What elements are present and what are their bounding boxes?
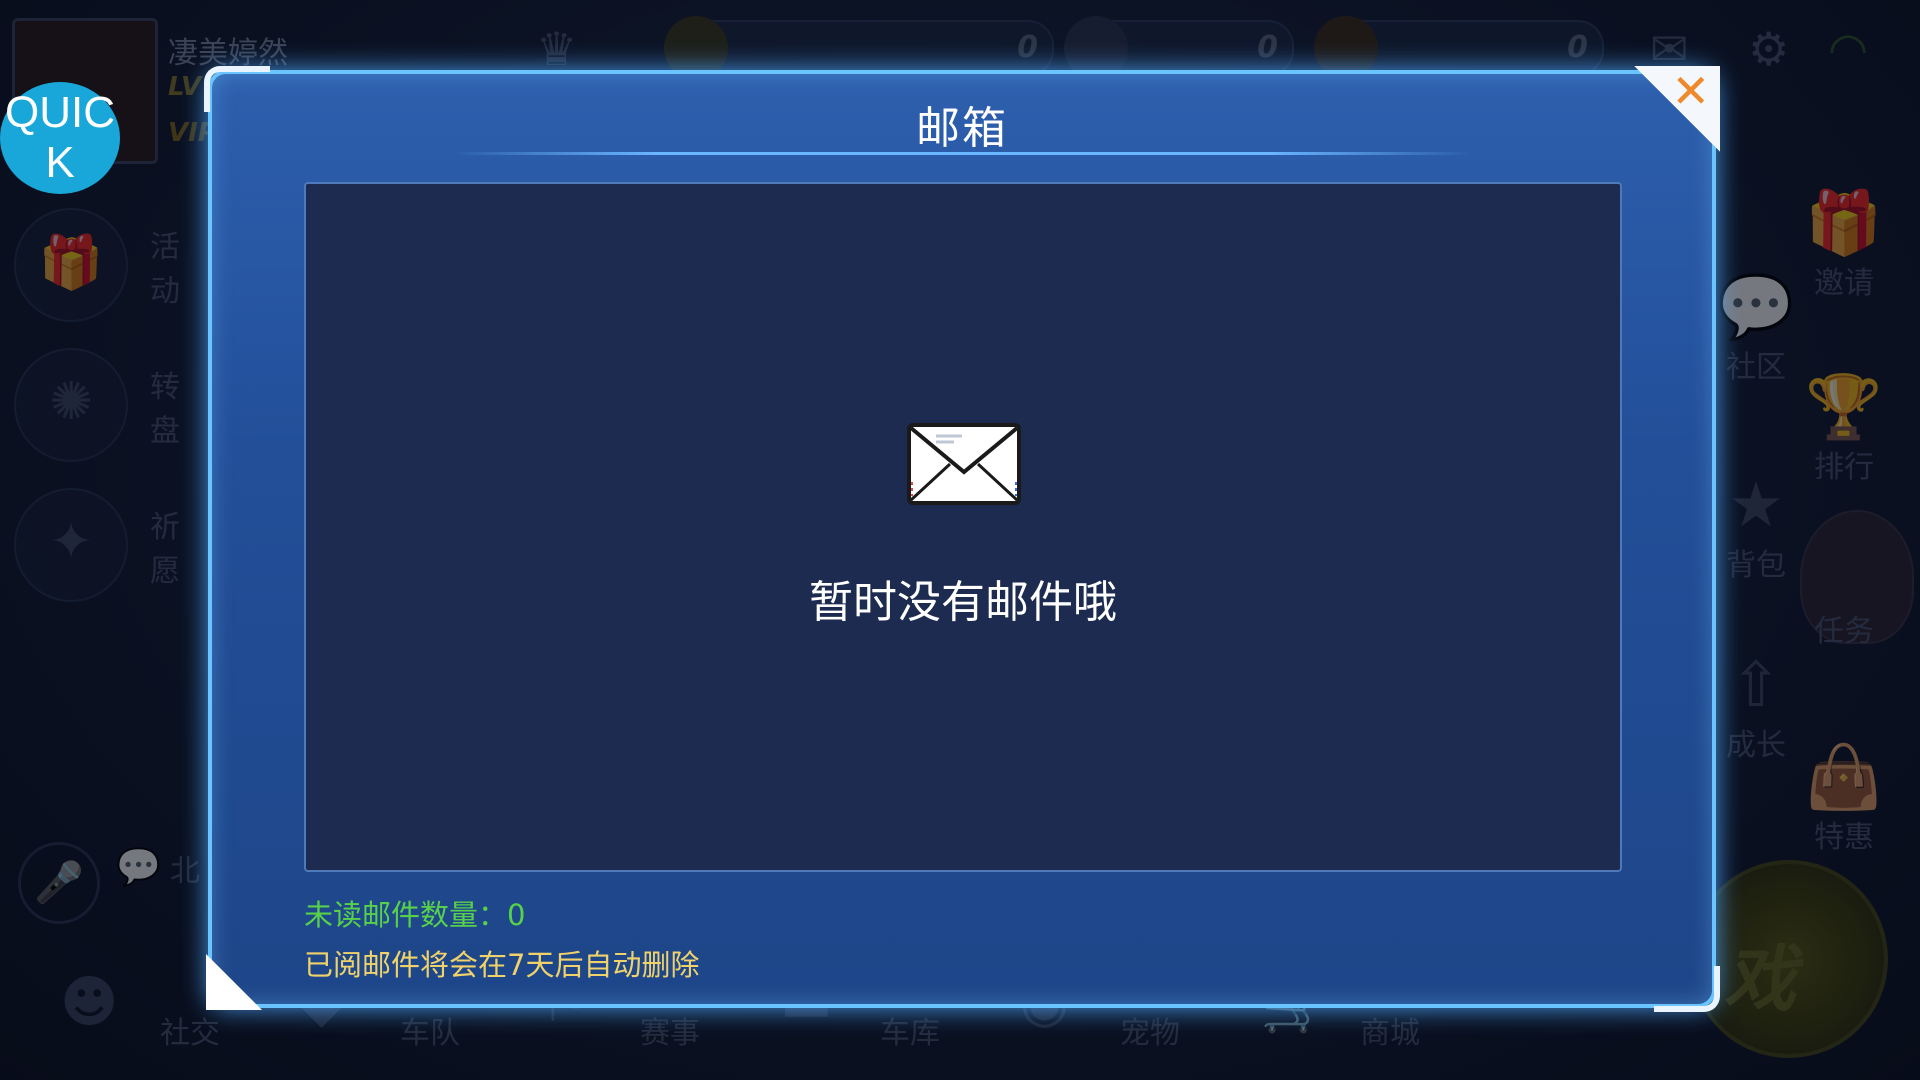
- close-button[interactable]: ✕: [1634, 64, 1720, 152]
- bottom-item-mall-label: 商城: [1360, 1016, 1420, 1051]
- gift-icon: 🎁: [38, 233, 104, 293]
- title-divider: [452, 152, 1472, 155]
- right-item-ranking[interactable]: 🏆 排行: [1784, 372, 1904, 486]
- start-race-label: 戏: [1724, 937, 1797, 1021]
- gift-box-icon: 🎁: [1805, 186, 1883, 259]
- trophy-icon: 🏆: [1805, 370, 1883, 443]
- resource-medal[interactable]: 0: [664, 16, 1054, 80]
- mailbox-dialog: 邮箱 ✕ 暂时没有邮件哦 未读邮件数量：0 已阅邮件将会在7天后自动删除: [204, 64, 1720, 1012]
- close-icon: ✕: [1671, 64, 1710, 118]
- resource-diamond[interactable]: 0: [1064, 16, 1294, 80]
- dialog-title: 邮箱: [916, 103, 1008, 154]
- left-item-wish-label: 祈愿: [150, 510, 180, 589]
- voice-mic-button[interactable]: 🎤: [18, 842, 100, 924]
- unread-count-value: 0: [507, 898, 526, 932]
- right-item-task-label: 任务: [1814, 614, 1874, 649]
- chat-preview-text: 北: [170, 854, 200, 889]
- left-item-wish[interactable]: ✦: [14, 488, 128, 602]
- resource-coin-value: 0: [1567, 30, 1588, 65]
- crown-emblem-icon[interactable]: ♛: [536, 22, 577, 76]
- left-item-activity[interactable]: 🎁: [14, 208, 128, 322]
- bottom-item-events-label: 赛事: [640, 1016, 700, 1051]
- bottom-item-social-label: 社交: [160, 1016, 220, 1051]
- resource-diamond-value: 0: [1257, 30, 1278, 65]
- social-icon: ☻: [60, 970, 119, 1035]
- envelope-icon: [907, 423, 1021, 505]
- bottom-item-garage-label: 车库: [880, 1016, 940, 1051]
- right-item-sale-label: 特惠: [1814, 820, 1874, 855]
- mail-list-panel[interactable]: 暂时没有邮件哦: [304, 182, 1622, 872]
- auto-delete-note: 已阅邮件将会在7天后自动删除: [304, 948, 700, 982]
- quick-float-button[interactable]: QUIC K: [0, 82, 120, 194]
- left-item-wheel[interactable]: ✺: [14, 348, 128, 462]
- bottom-item-pet-label: 宠物: [1120, 1016, 1180, 1051]
- wheel-icon: ✺: [49, 372, 93, 432]
- unread-count-label: 未读邮件数量：: [304, 898, 508, 932]
- wifi-icon: ◠: [1828, 22, 1869, 76]
- bottom-item-team-label: 车队: [400, 1016, 460, 1051]
- empty-mailbox-message: 暂时没有邮件哦: [809, 577, 1117, 628]
- left-item-wheel-label: 转盘: [150, 370, 180, 449]
- settings-gear-icon[interactable]: ⚙: [1748, 22, 1789, 76]
- resource-coin[interactable]: 0: [1314, 16, 1604, 80]
- magic-wand-icon: ✦: [49, 512, 93, 572]
- right-item-sale[interactable]: 👜 特惠: [1784, 742, 1904, 856]
- shopping-bag-icon: 👜: [1805, 740, 1883, 813]
- frame-corner-decoration: [1654, 966, 1720, 1012]
- right-item-task[interactable]: 任务: [1784, 606, 1904, 650]
- chat-bubble-icon[interactable]: 💬: [116, 846, 161, 888]
- left-item-activity-label: 活动: [150, 230, 180, 309]
- quick-label-line1: QUIC: [5, 88, 115, 137]
- player-level-badge: LV: [168, 72, 202, 102]
- resource-medal-value: 0: [1017, 30, 1038, 65]
- start-race-button[interactable]: 戏: [1690, 860, 1888, 1058]
- microphone-icon: 🎤: [34, 860, 84, 906]
- quick-label-line2: K: [45, 138, 75, 187]
- frame-corner-decoration: [206, 954, 262, 1010]
- unread-count-line: 未读邮件数量：0: [304, 892, 525, 934]
